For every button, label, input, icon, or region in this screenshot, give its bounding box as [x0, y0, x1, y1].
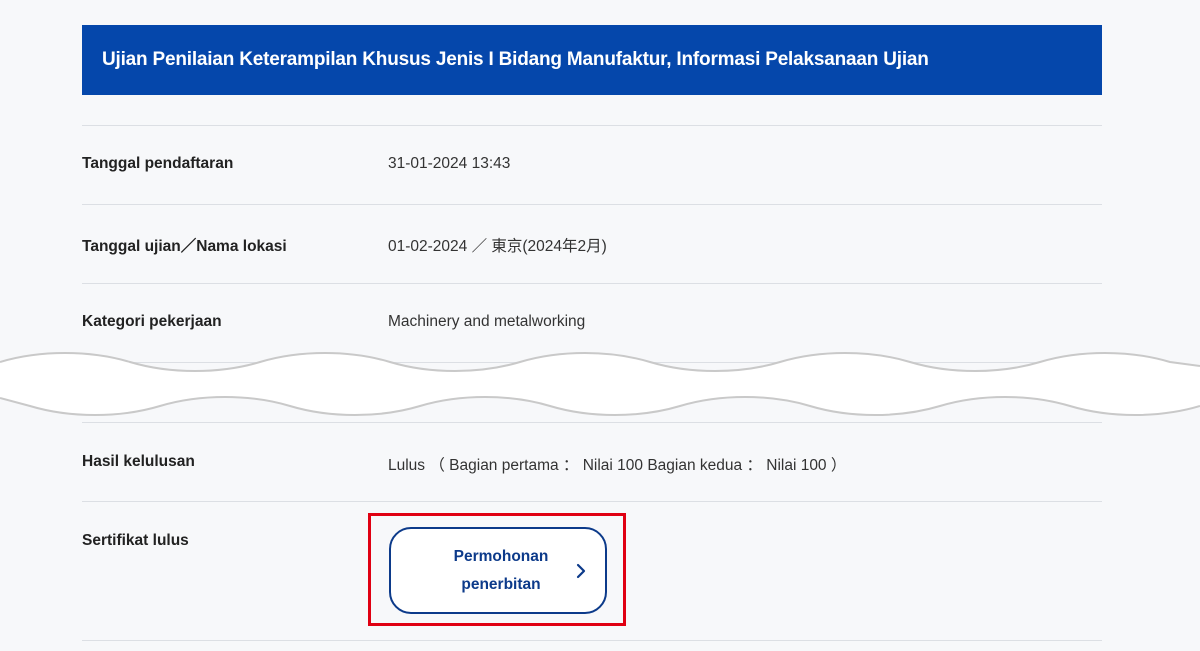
divider — [82, 125, 1102, 126]
pass-result-value: Lulus （ Bagian pertama ： Nilai 100 Bagia… — [388, 457, 847, 474]
exam-date-location-value: 01-02-2024 ／ 東京(2024年2月) — [388, 238, 607, 255]
issuance-request-label: Permohonan penerbitan — [453, 547, 549, 593]
divider — [82, 422, 1102, 423]
section-header: Ujian Penilaian Keterampilan Khusus Jeni… — [82, 25, 1102, 95]
pass-certificate-label: Sertifikat lulus — [82, 532, 189, 549]
divider — [82, 283, 1102, 284]
chevron-right-icon — [576, 563, 586, 579]
issuance-request-button[interactable]: Permohonan penerbitan — [389, 527, 607, 614]
pass-result-label: Hasil kelulusan — [82, 453, 195, 470]
section-title: Ujian Penilaian Keterampilan Khusus Jeni… — [102, 49, 929, 70]
registration-date-value: 31-01-2024 13:43 — [388, 155, 511, 172]
divider — [82, 501, 1102, 502]
registration-date-label: Tanggal pendaftaran — [82, 155, 234, 172]
exam-date-location-label: Tanggal ujian／Nama lokasi — [82, 238, 287, 255]
divider — [82, 640, 1102, 641]
divider — [82, 204, 1102, 205]
job-category-label: Kategori pekerjaan — [82, 313, 222, 330]
job-category-value: Machinery and metalworking — [388, 313, 586, 330]
wavy-break — [0, 352, 1200, 416]
